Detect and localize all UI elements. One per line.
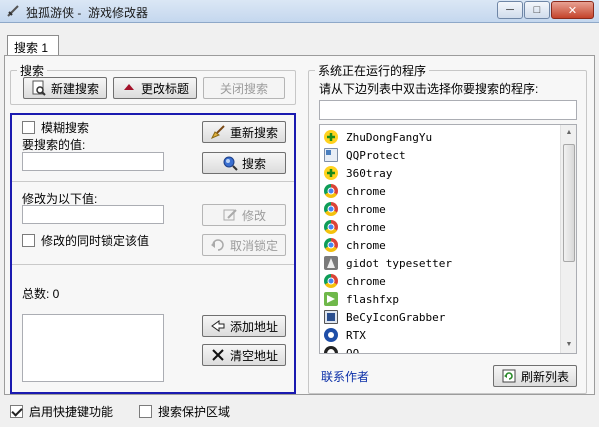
search-value-input[interactable] <box>22 152 164 171</box>
x-icon <box>210 347 226 363</box>
broom-icon <box>210 124 226 140</box>
close-search-label: 关闭搜索 <box>219 81 268 96</box>
unlock-label: 取消锁定 <box>229 238 278 253</box>
list-item[interactable]: chrome <box>324 200 386 218</box>
new-search-label: 新建搜索 <box>50 81 99 96</box>
list-item[interactable]: 360tray <box>324 164 392 182</box>
process-hint: 请从下边列表中双击选择你要搜索的程序: <box>319 82 539 96</box>
rtx-icon <box>324 328 338 342</box>
new-search-button[interactable]: 新建搜索 <box>23 77 107 99</box>
process-list[interactable]: ZhuDongFangYu QQProtect 360tray chrome c… <box>319 124 577 354</box>
process-legend: 系统正在运行的程序 <box>318 64 427 78</box>
refresh-icon <box>501 368 517 384</box>
list-item[interactable]: QQProtect <box>324 146 406 164</box>
list-item[interactable]: chrome <box>324 182 386 200</box>
change-title-button[interactable]: 更改标题 <box>113 77 197 99</box>
search-label: 搜索 <box>241 156 266 171</box>
add-address-label: 添加地址 <box>229 319 278 334</box>
list-item[interactable]: RTX <box>324 326 366 344</box>
title-bar[interactable]: 独孤游侠 - 游戏修改器 ─ □ ✕ <box>0 0 599 23</box>
undo-icon <box>210 237 226 253</box>
window-title: 独孤游侠 - 游戏修改器 <box>26 6 148 20</box>
hotkey-box[interactable] <box>10 405 23 418</box>
research-button[interactable]: 重新搜索 <box>202 121 286 143</box>
list-item[interactable]: ZhuDongFangYu <box>324 128 432 146</box>
chrome-icon <box>324 220 338 234</box>
plus-icon <box>324 166 338 180</box>
refresh-list-button[interactable]: 刷新列表 <box>493 365 577 387</box>
divider <box>12 264 294 265</box>
chrome-icon <box>324 274 338 288</box>
list-item[interactable]: chrome <box>324 218 386 236</box>
lock-value-label: 修改的同时锁定该值 <box>41 234 150 248</box>
lock-value-box[interactable] <box>22 234 35 247</box>
list-item[interactable]: gidot typesetter <box>324 254 452 272</box>
flashfxp-icon <box>324 292 338 306</box>
edit-icon <box>222 207 238 223</box>
protect-area-checkbox[interactable]: 搜索保护区域 <box>139 403 230 420</box>
list-item[interactable]: chrome <box>324 236 386 254</box>
minimize-button[interactable]: ─ <box>497 1 523 19</box>
chrome-icon <box>324 238 338 252</box>
gidot-icon <box>324 256 338 270</box>
list-item[interactable]: BeCyIconGrabber <box>324 308 445 326</box>
grabber-icon <box>324 310 338 324</box>
add-address-button[interactable]: 添加地址 <box>202 315 286 337</box>
maximize-button[interactable]: □ <box>524 1 550 19</box>
unlock-button[interactable]: 取消锁定 <box>202 234 286 256</box>
hotkey-label: 启用快捷键功能 <box>29 405 114 419</box>
scroll-up-icon[interactable]: ▲ <box>561 125 576 141</box>
clear-address-label: 清空地址 <box>229 348 278 363</box>
plus-icon <box>324 130 338 144</box>
refresh-list-label: 刷新列表 <box>520 369 569 384</box>
lock-value-checkbox[interactable]: 修改的同时锁定该值 <box>22 232 149 249</box>
search-value-label: 要搜索的值: <box>22 138 86 152</box>
tab-search-1[interactable]: 搜索 1 <box>7 35 59 55</box>
total-count: 总数: 0 <box>22 287 60 301</box>
scroll-down-icon[interactable]: ▼ <box>561 337 576 353</box>
clear-address-button[interactable]: 清空地址 <box>202 344 286 366</box>
modify-label: 修改 <box>241 208 266 223</box>
modify-value-input[interactable] <box>22 205 164 224</box>
chrome-icon <box>324 184 338 198</box>
research-label: 重新搜索 <box>229 125 278 140</box>
list-item[interactable]: chrome <box>324 272 386 290</box>
fuzzy-search-checkbox[interactable]: 模糊搜索 <box>22 119 89 136</box>
change-title-label: 更改标题 <box>140 81 189 96</box>
contact-author-link[interactable]: 联系作者 <box>321 368 369 385</box>
fuzzy-search-label: 模糊搜索 <box>41 121 90 135</box>
hotkey-checkbox[interactable]: 启用快捷键功能 <box>10 403 113 420</box>
sword-icon <box>7 5 19 17</box>
close-search-button[interactable]: 关闭搜索 <box>203 77 285 99</box>
protect-area-label: 搜索保护区域 <box>158 405 231 419</box>
process-scrollbar[interactable]: ▲ ▼ <box>560 125 576 353</box>
fuzzy-search-box[interactable] <box>22 121 35 134</box>
scroll-thumb[interactable] <box>563 144 575 262</box>
search-icon <box>222 155 238 171</box>
add-address-icon <box>210 318 226 334</box>
protect-area-box[interactable] <box>139 405 152 418</box>
up-arrow-icon <box>121 80 137 96</box>
window-icon <box>324 148 338 162</box>
modify-button[interactable]: 修改 <box>202 204 286 226</box>
search-button[interactable]: 搜索 <box>202 152 286 174</box>
chrome-icon <box>324 202 338 216</box>
qq-icon <box>324 346 338 353</box>
list-item[interactable]: flashfxp <box>324 290 399 308</box>
divider <box>12 181 294 182</box>
address-list[interactable] <box>22 314 164 382</box>
new-search-icon <box>31 80 47 96</box>
list-item[interactable]: QQ <box>324 344 359 353</box>
process-filter-input[interactable] <box>319 100 577 120</box>
close-button[interactable]: ✕ <box>551 1 594 19</box>
